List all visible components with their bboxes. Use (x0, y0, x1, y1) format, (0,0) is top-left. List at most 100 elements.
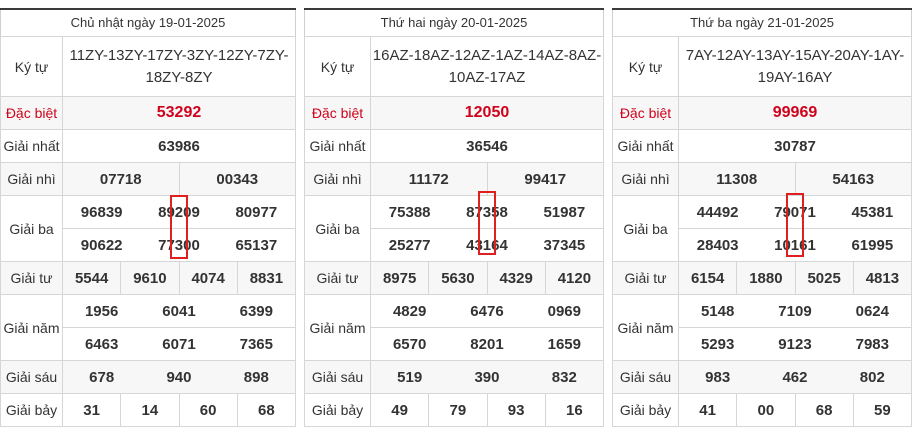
third-prize: 25277 (388, 236, 431, 254)
second-prize: 11172 (370, 162, 488, 196)
row-label-fourth: Giải tư (612, 261, 679, 295)
first-prize: 63986 (62, 129, 296, 163)
row-label-code: Ký tự (0, 36, 63, 97)
row-label-fourth: Giải tư (0, 261, 63, 295)
fourth-prize: 5544 (61, 261, 122, 295)
third-prize: 80977 (235, 203, 278, 221)
row-label-fifth: Giải năm (612, 294, 679, 361)
prize-code: 11ZY-13ZY-17ZY-3ZY-12ZY-7ZY-18ZY-8ZY (62, 36, 296, 97)
sixth-prize: 898 (243, 368, 269, 386)
third-prize: 37345 (543, 236, 586, 254)
sixth-prize: 678 (89, 368, 115, 386)
row-label-sixth: Giải sáu (0, 360, 63, 394)
fourth-prize: 9610 (120, 261, 180, 295)
fifth-prize: 6399 (239, 302, 273, 320)
second-prize: 11308 (678, 162, 796, 196)
prize-code: 16AZ-18AZ-12AZ-1AZ-14AZ-8AZ-10AZ-17AZ (370, 36, 604, 97)
results-table: Ký tự 16AZ-18AZ-12AZ-1AZ-14AZ-8AZ-10AZ-1… (304, 36, 605, 427)
third-prize: 44492 (696, 203, 739, 221)
seventh-prize: 16 (544, 393, 605, 427)
fifth-prize: 7109 (778, 302, 812, 320)
seventh-prize: 14 (120, 393, 180, 427)
row-label-second: Giải nhì (612, 162, 679, 196)
first-prize: 36546 (370, 129, 604, 163)
fourth-prize: 4813 (852, 261, 913, 295)
row-label-third: Giải ba (612, 195, 679, 262)
row-label-first: Giải nhất (0, 129, 63, 163)
highlight-box (786, 193, 804, 257)
panel-date-title: Chủ nhật ngày 19-01-2025 (0, 10, 296, 36)
prize-code: 7AY-12AY-13AY-15AY-20AY-1AY-19AY-16AY (678, 36, 912, 97)
row-label-special: Đặc biệt (0, 96, 63, 130)
seventh-prize: 60 (178, 393, 238, 427)
sixth-prize: 802 (859, 368, 885, 386)
highlight-box (170, 195, 188, 259)
second-prize: 00343 (178, 162, 296, 196)
row-label-second: Giải nhì (304, 162, 371, 196)
fourth-prize: 4329 (486, 261, 546, 295)
third-prize: 65137 (235, 236, 278, 254)
fifth-prize: 9123 (778, 335, 812, 353)
special-prize: 99969 (678, 96, 912, 130)
fifth-prize: 1956 (84, 302, 119, 320)
row-label-first: Giải nhất (612, 129, 679, 163)
panel-date-title: Thứ hai ngày 20-01-2025 (304, 10, 604, 36)
fifth-prize: 0969 (547, 302, 581, 320)
row-label-first: Giải nhất (304, 129, 371, 163)
second-prize: 54163 (794, 162, 912, 196)
seventh-prize: 49 (369, 393, 430, 427)
seventh-prize: 41 (677, 393, 738, 427)
second-prize: 99417 (486, 162, 604, 196)
fifth-prize: 6476 (470, 302, 504, 320)
row-label-special: Đặc biệt (304, 96, 371, 130)
row-label-third: Giải ba (304, 195, 371, 262)
row-label-seventh: Giải bảy (612, 393, 679, 427)
fourth-prize: 5025 (794, 261, 854, 295)
fourth-prize: 4120 (544, 261, 605, 295)
special-prize: 12050 (370, 96, 604, 130)
sixth-prize: 519 (397, 368, 423, 386)
second-prize: 07718 (62, 162, 180, 196)
fifth-prize: 8201 (470, 335, 504, 353)
sixth-prize: 390 (474, 368, 500, 386)
row-label-code: Ký tự (304, 36, 371, 97)
row-label-seventh: Giải bảy (0, 393, 63, 427)
fourth-prize: 8831 (236, 261, 297, 295)
first-prize: 30787 (678, 129, 912, 163)
panel-date-title: Thứ ba ngày 21-01-2025 (612, 10, 912, 36)
third-prize: 96839 (80, 203, 123, 221)
seventh-prize: 68 (236, 393, 297, 427)
row-label-fourth: Giải tư (304, 261, 371, 295)
third-prize: 90622 (80, 236, 123, 254)
row-label-fifth: Giải năm (0, 294, 63, 361)
result-panel-day-3: Thứ ba ngày 21-01-2025 Ký tự 7AY-12AY-13… (612, 0, 913, 430)
sixth-prize: 462 (782, 368, 808, 386)
fifth-prize: 5293 (700, 335, 735, 353)
fourth-prize: 1880 (736, 261, 796, 295)
sixth-prize: 832 (551, 368, 577, 386)
row-label-special: Đặc biệt (612, 96, 679, 130)
fifth-prize: 5148 (700, 302, 735, 320)
special-prize: 53292 (62, 96, 296, 130)
row-label-sixth: Giải sáu (612, 360, 679, 394)
fifth-prize: 7983 (855, 335, 889, 353)
seventh-prize: 68 (794, 393, 854, 427)
fifth-prize: 4829 (392, 302, 427, 320)
fourth-prize: 5630 (428, 261, 488, 295)
result-panel-day-2: Thứ hai ngày 20-01-2025 Ký tự 16AZ-18AZ-… (304, 0, 605, 430)
seventh-prize: 59 (852, 393, 913, 427)
sixth-prize: 940 (166, 368, 192, 386)
results-table: Ký tự 7AY-12AY-13AY-15AY-20AY-1AY-19AY-1… (612, 36, 913, 427)
result-panel-day-1: Chủ nhật ngày 19-01-2025 Ký tự 11ZY-13ZY… (0, 0, 297, 430)
seventh-prize: 79 (428, 393, 488, 427)
row-label-fifth: Giải năm (304, 294, 371, 361)
fifth-prize: 7365 (239, 335, 273, 353)
third-prize: 51987 (543, 203, 586, 221)
seventh-prize: 31 (61, 393, 122, 427)
seventh-prize: 00 (736, 393, 796, 427)
fifth-prize: 1659 (547, 335, 581, 353)
fifth-prize: 6041 (162, 302, 196, 320)
sixth-prize: 983 (705, 368, 731, 386)
fourth-prize: 4074 (178, 261, 238, 295)
row-label-code: Ký tự (612, 36, 679, 97)
